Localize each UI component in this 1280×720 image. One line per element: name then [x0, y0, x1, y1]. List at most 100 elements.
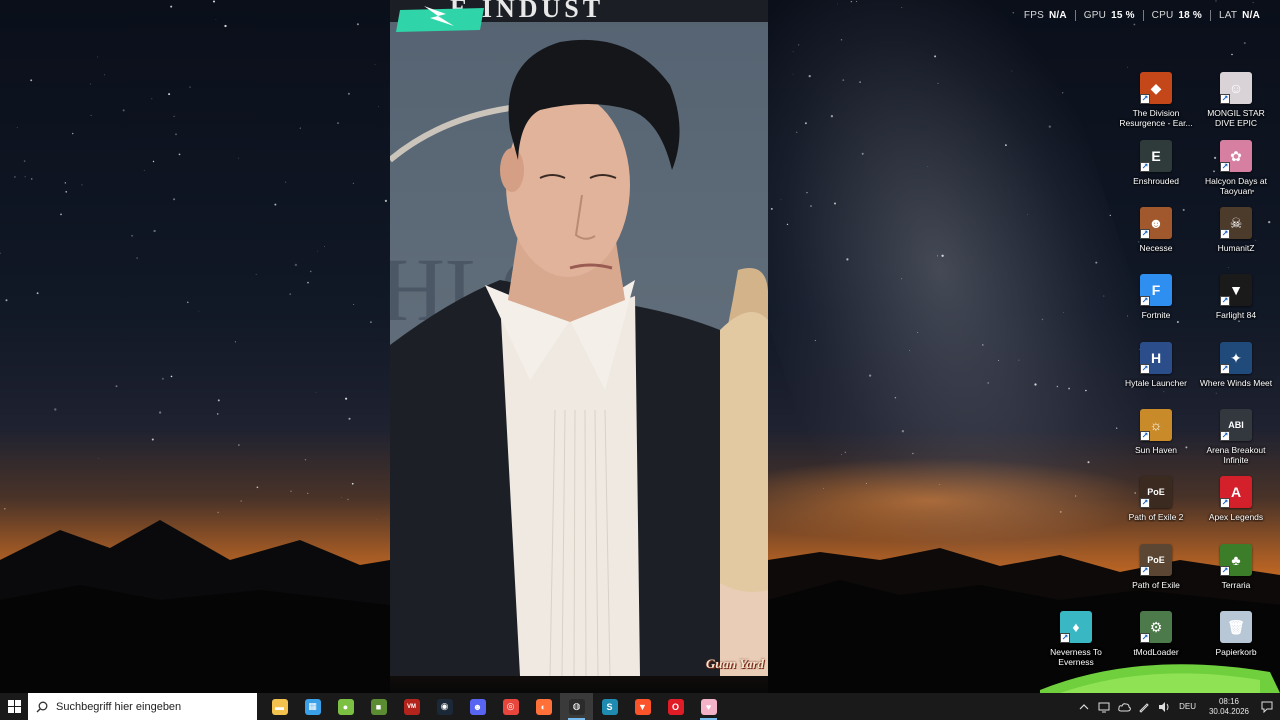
network-icon[interactable]	[1097, 700, 1111, 714]
input-language[interactable]: DEU	[1177, 702, 1198, 711]
search-placeholder: Suchbegriff hier eingeben	[56, 700, 182, 713]
shortcut-arrow-icon: ↗	[1220, 364, 1230, 374]
latency-label: LAT	[1218, 9, 1238, 21]
chrome-icon: ◎	[502, 698, 519, 715]
lightning-icon: S	[601, 698, 618, 715]
arena-breakout-icon: ABI ↗	[1220, 409, 1252, 441]
desktop-icon-label: Arena Breakout Infinite	[1206, 445, 1266, 465]
taskbar-microsoft-store[interactable]: ▦	[296, 693, 329, 720]
necesse-icon: ☻ ↗	[1140, 207, 1172, 239]
desktop-icon-label: Terraria	[1221, 580, 1251, 590]
desktop-icon-label: MONGIL STAR DIVE EPIC	[1207, 108, 1265, 128]
recycle-bin-icon: 🗑	[1220, 611, 1252, 643]
desktop-icon-enshrouded[interactable]: E ↗ Enshrouded	[1118, 140, 1194, 186]
shortcut-arrow-icon: ↗	[1140, 296, 1150, 306]
apex-icon: A ↗	[1220, 476, 1252, 508]
opera-icon: O	[667, 698, 684, 715]
desktop-icon-label: Hytale Launcher	[1125, 378, 1187, 388]
video-player-window[interactable]: HLO E INDUST Guan Yard	[390, 0, 768, 676]
desktop-icon-label: Necesse	[1139, 243, 1173, 253]
obs-icon: ◍	[568, 698, 585, 715]
cpu-value: 18 %	[1178, 9, 1202, 21]
taskbar-voicemeeter[interactable]: VM	[395, 693, 428, 720]
minecraft-icon: ■	[370, 698, 387, 715]
desktop-icon-path-of-exile[interactable]: PoE ↗ Path of Exile	[1118, 544, 1194, 590]
fps-label: FPS	[1023, 9, 1044, 21]
shortcut-arrow-icon: ↗	[1140, 498, 1150, 508]
hytale-icon: H ↗	[1140, 342, 1172, 374]
latency-readout: LAT N/A	[1209, 9, 1268, 21]
shortcut-arrow-icon: ↗	[1140, 94, 1150, 104]
desktop-icon-farlight-84[interactable]: ▼ ↗ Farlight 84	[1198, 274, 1274, 320]
desktop-icon-path-of-exile-2[interactable]: PoE ↗ Path of Exile 2	[1118, 476, 1194, 522]
farlight-icon: ▼ ↗	[1220, 274, 1252, 306]
desktop-icon-where-winds-meet[interactable]: ✦ ↗ Where Winds Meet	[1198, 342, 1274, 388]
gpu-value: 15 %	[1111, 9, 1135, 21]
desktop-icon-the-division-resurgence[interactable]: ◆ ↗ The Division Resurgence - Ear...	[1118, 72, 1194, 128]
shortcut-arrow-icon: ↗	[1220, 498, 1230, 508]
voicemeeter-icon: VM	[403, 698, 420, 715]
desktop-icon-label: Neverness To Everness	[1050, 647, 1102, 667]
taskbar-lightning-app[interactable]: S	[593, 693, 626, 720]
desktop-icon-humanitz[interactable]: ☠ ↗ HumanitZ	[1198, 207, 1274, 253]
desktop-icon-neverness-to-everness[interactable]: ♦ ↗ Neverness To Everness	[1038, 611, 1114, 667]
desktop-icon-label: Farlight 84	[1215, 310, 1257, 320]
start-button[interactable]	[0, 693, 28, 720]
fps-readout: FPS N/A	[1016, 10, 1075, 21]
shortcut-arrow-icon: ↗	[1220, 229, 1230, 239]
terraria-icon: ♣ ↗	[1220, 544, 1252, 576]
desktop-icon-label: tModLoader	[1133, 647, 1179, 657]
taskbar-chrome[interactable]: ◎	[494, 693, 527, 720]
desktop-icon-halcyon-days[interactable]: ✿ ↗ Halcyon Days at Taoyuan	[1198, 140, 1274, 196]
discord-icon: ☻	[469, 698, 486, 715]
chevron-up-icon[interactable]	[1077, 700, 1091, 714]
desktop-icon-label: Apex Legends	[1208, 512, 1264, 522]
desktop-icon-tmodloader[interactable]: ⚙ ↗ tModLoader	[1118, 611, 1194, 657]
desktop-icon-necesse[interactable]: ☻ ↗ Necesse	[1118, 207, 1194, 253]
taskbar-file-explorer[interactable]: ▬	[263, 693, 296, 720]
shortcut-arrow-icon: ↗	[1060, 633, 1070, 643]
desktop-icon-sun-haven[interactable]: ☼ ↗ Sun Haven	[1118, 409, 1194, 455]
video-frame: HLO	[390, 39, 768, 676]
desktop-icon-arena-breakout-infinite[interactable]: ABI ↗ Arena Breakout Infinite	[1198, 409, 1274, 465]
cloud-icon[interactable]	[1117, 700, 1131, 714]
store-icon: ▦	[304, 698, 321, 715]
desktop-icon-label: Enshrouded	[1133, 176, 1179, 186]
volume-icon[interactable]	[1157, 700, 1171, 714]
desktop-icon-hytale-launcher[interactable]: H ↗ Hytale Launcher	[1118, 342, 1194, 388]
fortnite-icon: F ↗	[1140, 274, 1172, 306]
latency-value: N/A	[1242, 9, 1260, 21]
shortcut-arrow-icon: ↗	[1220, 94, 1230, 104]
lightning-logo	[396, 6, 484, 32]
taskbar-obs-studio[interactable]: ◍	[560, 693, 593, 720]
desktop-icon-terraria[interactable]: ♣ ↗ Terraria	[1198, 544, 1274, 590]
notification-icon[interactable]	[1260, 700, 1274, 714]
desktop-icon-apex-legends[interactable]: A ↗ Apex Legends	[1198, 476, 1274, 522]
taskbar-minecraft[interactable]: ■	[362, 693, 395, 720]
folder-icon: ▬	[271, 698, 288, 715]
tmodloader-icon: ⚙ ↗	[1140, 611, 1172, 643]
desktop-icon-label: The Division Resurgence - Ear...	[1119, 108, 1193, 128]
taskbar-brave[interactable]: ▼	[626, 693, 659, 720]
desktop-icon-papierkorb[interactable]: 🗑 Papierkorb	[1198, 611, 1274, 657]
taskbar-firefox[interactable]: ◐	[527, 693, 560, 720]
cpu-label: CPU	[1151, 9, 1174, 21]
where-winds-meet-icon: ✦ ↗	[1220, 342, 1252, 374]
gpu-readout: GPU 15 %	[1074, 9, 1143, 21]
desktop-icon-mongil-star-dive[interactable]: ☺ ↗ MONGIL STAR DIVE EPIC	[1198, 72, 1274, 128]
neverness-icon: ♦ ↗	[1060, 611, 1092, 643]
pen-icon[interactable]	[1137, 700, 1151, 714]
taskbar-discord[interactable]: ☻	[461, 693, 494, 720]
search-input[interactable]: Suchbegriff hier eingeben	[28, 693, 257, 720]
mongil-icon: ☺ ↗	[1220, 72, 1252, 104]
taskbar-steam[interactable]: ◉	[428, 693, 461, 720]
taskbar-android-app[interactable]: ●	[329, 693, 362, 720]
desktop-icon-fortnite[interactable]: F ↗ Fortnite	[1118, 274, 1194, 320]
desktop-icon-label: Fortnite	[1141, 310, 1171, 320]
shortcut-arrow-icon: ↗	[1140, 162, 1150, 172]
windows-logo-icon	[7, 700, 21, 713]
clock[interactable]: 08:16 30.04.2026	[1204, 697, 1254, 717]
taskbar-opera[interactable]: O	[659, 693, 692, 720]
taskbar-media-player[interactable]: ♥	[692, 693, 725, 720]
desktop-icon-label: Halcyon Days at Taoyuan	[1205, 176, 1267, 196]
